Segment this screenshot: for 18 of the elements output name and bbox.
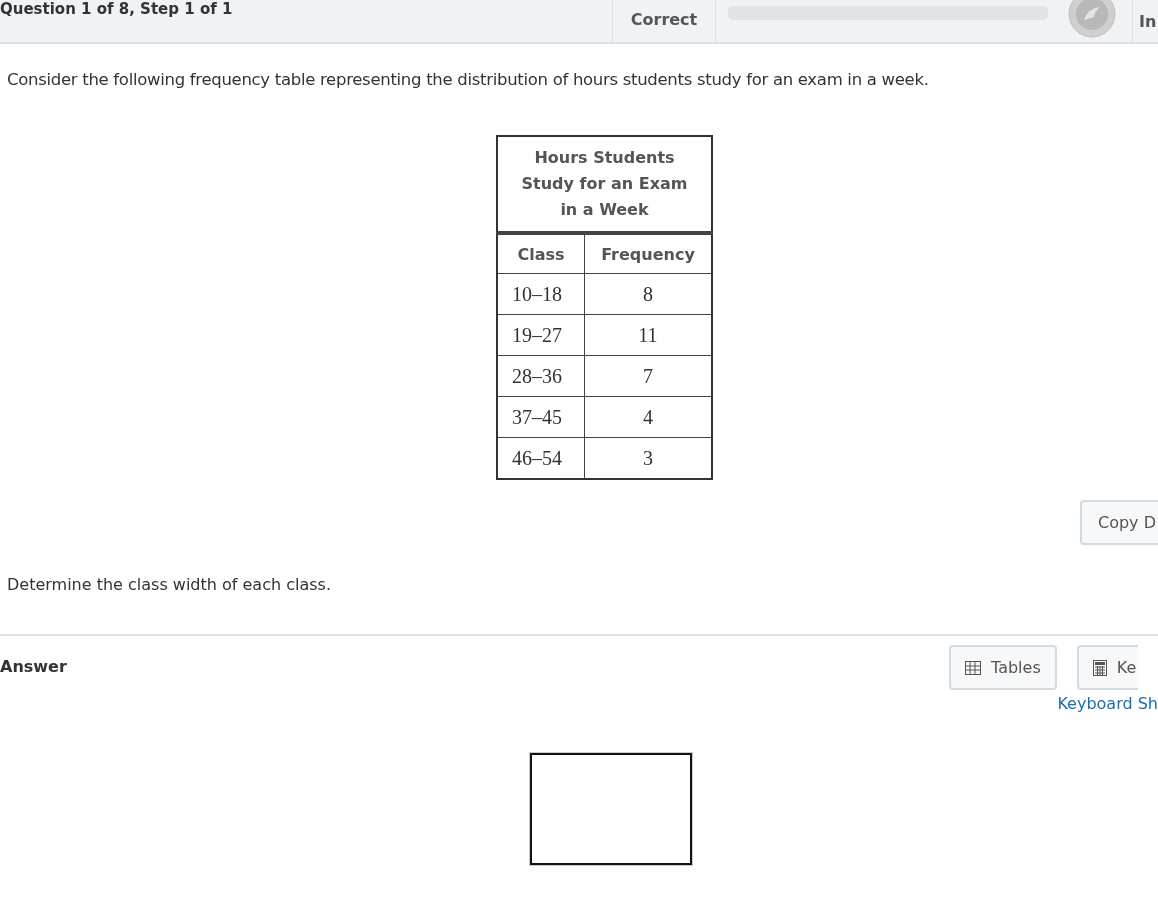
calculator-icon — [1092, 659, 1107, 676]
table-cell: 28–36 — [497, 355, 585, 397]
copy-button[interactable]: Copy D — [1080, 500, 1158, 545]
answer-label: Answer — [0, 657, 67, 678]
keyboard-shortcuts-link[interactable]: Keyboard Sh — [1057, 694, 1158, 713]
keypad-button[interactable]: Ke — [1076, 645, 1139, 690]
table-cell: 19–27 — [497, 314, 585, 356]
column-header: Class — [497, 233, 585, 274]
score-label: Correct — [630, 10, 698, 29]
question-label: Question 1 of 8, Step 1 of 1 — [0, 0, 234, 18]
table-cell: 10–18 — [497, 273, 585, 315]
answer-field[interactable] — [530, 753, 692, 865]
table-cell: 37–45 — [497, 396, 585, 438]
tables-button[interactable]: Tables — [949, 645, 1057, 690]
header-link[interactable]: In — [1139, 11, 1157, 31]
table-icon — [965, 660, 981, 675]
instruction-text: Determine the class width of each class. — [7, 575, 332, 594]
question-text: Consider the following frequency table representing the distribution of hours students study for an exam in a week. — [7, 70, 930, 89]
